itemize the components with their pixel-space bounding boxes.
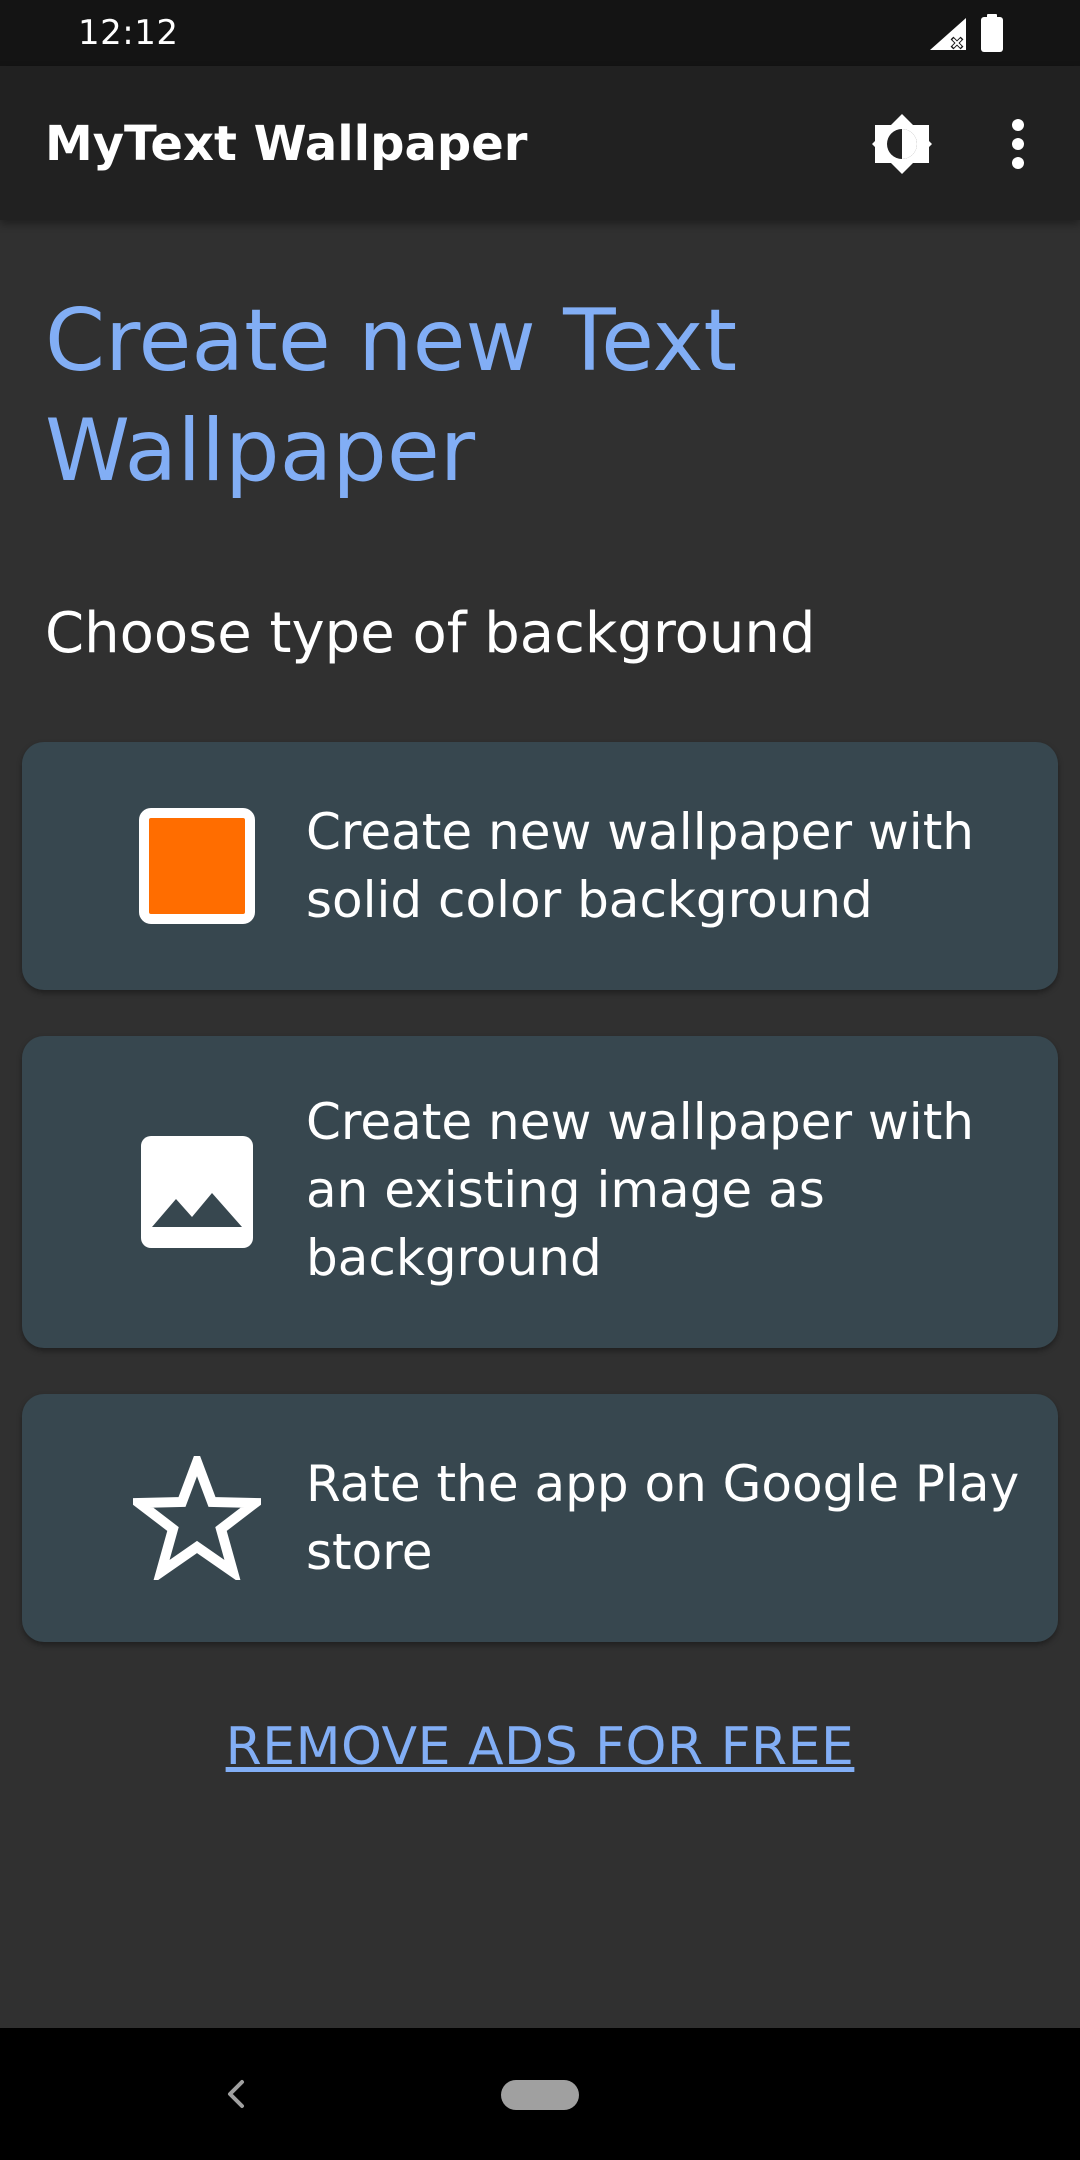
more-options-button[interactable] [988,108,1048,180]
solid-color-swatch [139,808,255,924]
image-option-icon-wrap [115,1132,279,1252]
brightness-icon [872,114,932,174]
image-option-card[interactable]: Create new wallpaper with an existing im… [22,1036,1058,1348]
rate-app-option-card[interactable]: Rate the app on Google Play store [22,1394,1058,1642]
signal-off-icon [930,18,966,50]
app-title: MyText Wallpaper [45,116,528,172]
solid-color-option-card[interactable]: Create new wallpaper with solid color ba… [22,742,1058,990]
image-icon [141,1136,253,1248]
solid-color-swatch-icon [115,806,279,926]
solid-color-option-label: Create new wallpaper with solid color ba… [306,803,974,929]
theme-toggle-button[interactable] [866,108,938,180]
navigation-bar [0,2028,1080,2160]
remove-ads-link[interactable]: REMOVE ADS FOR FREE [0,1712,1080,1782]
screen: 12:12 MyText Wallpaper Create new Text W… [0,0,1080,2160]
status-bar: 12:12 [0,0,1080,66]
image-option-label: Create new wallpaper with an existing im… [306,1093,974,1287]
more-vert-icon [1012,119,1024,169]
page-title: Create new Text Wallpaper [45,291,738,501]
status-time: 12:12 [78,13,179,53]
star-outline-icon [133,1456,261,1580]
section-subtitle: Choose type of background [45,601,816,666]
battery-full-icon [981,14,1003,52]
rate-app-option-label: Rate the app on Google Play store [306,1455,1020,1581]
home-pill-icon[interactable] [501,2080,579,2110]
app-bar: MyText Wallpaper [0,66,1080,220]
back-chevron-icon[interactable] [216,2072,256,2116]
rate-option-icon-wrap [115,1456,279,1580]
